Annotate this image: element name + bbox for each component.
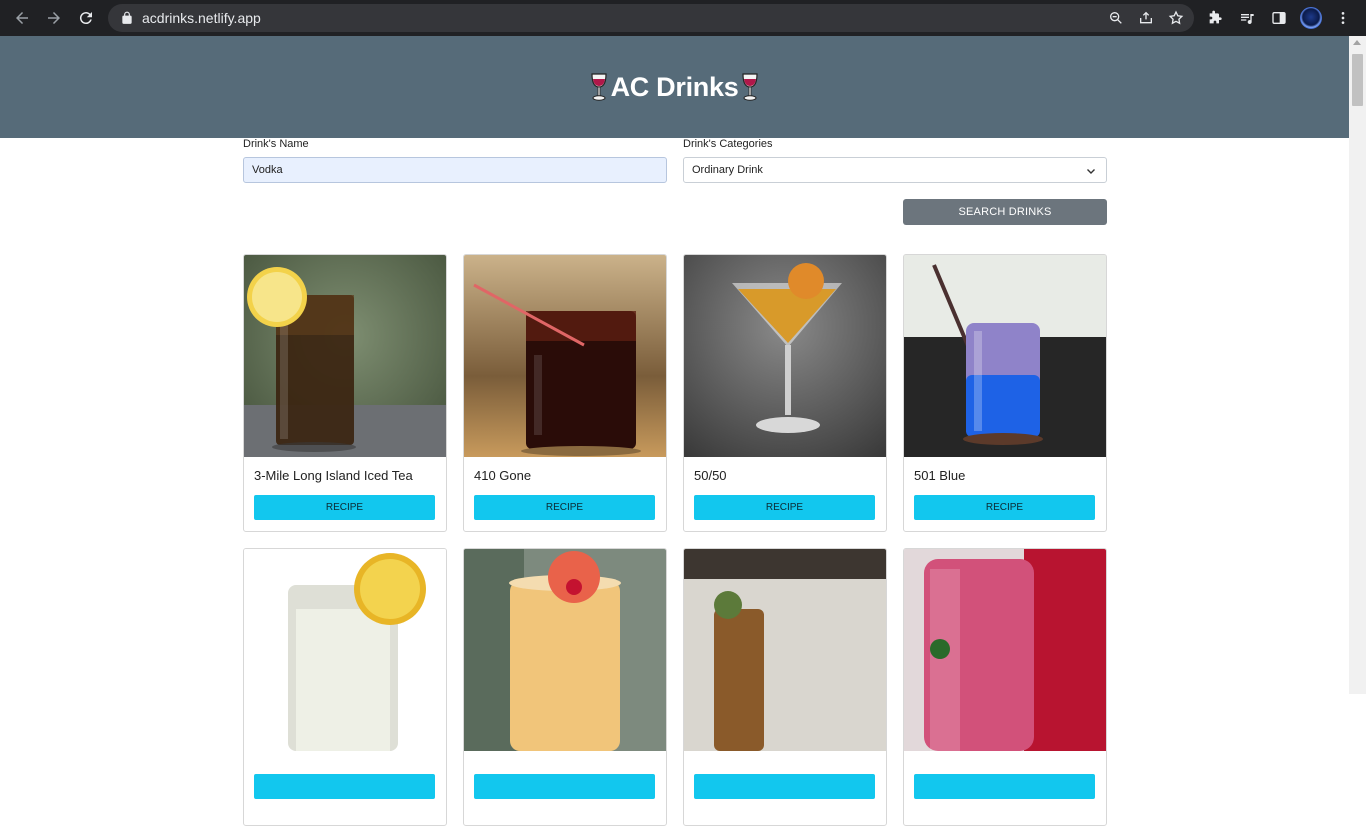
drink-image	[684, 549, 886, 751]
recipe-button[interactable]: RECIPE	[474, 495, 655, 520]
site-header: AC Drinks	[0, 36, 1349, 138]
drink-name: 3-Mile Long Island Iced Tea	[254, 468, 413, 483]
drink-card	[463, 548, 667, 826]
name-label: Drink's Name	[243, 138, 309, 150]
chevron-down-icon	[1087, 169, 1095, 174]
recipe-button[interactable]: RECIPE	[694, 495, 875, 520]
search-form: Drink's Name Vodka Drink's Categories Or…	[243, 138, 1107, 183]
wine-glass-icon	[590, 73, 607, 101]
scroll-up-icon[interactable]	[1353, 40, 1361, 45]
drink-card: 410 Gone RECIPE	[463, 254, 667, 532]
drink-image	[904, 549, 1106, 751]
wine-glass-icon	[742, 73, 759, 101]
drink-image	[684, 255, 886, 457]
url-text: acdrinks.netlify.app	[142, 10, 261, 26]
recipe-button[interactable]: RECIPE	[254, 495, 435, 520]
drink-image	[244, 255, 446, 457]
menu-button[interactable]	[1332, 7, 1354, 29]
category-select[interactable]: Ordinary Drink	[683, 157, 1107, 183]
arrow-right-icon	[48, 12, 60, 24]
reload-icon	[79, 12, 92, 25]
puzzle-icon	[1209, 10, 1222, 24]
drink-card	[683, 548, 887, 826]
category-label: Drink's Categories	[683, 138, 773, 150]
drink-card	[903, 548, 1107, 826]
recipe-button[interactable]	[914, 774, 1095, 799]
recipe-button[interactable]	[694, 774, 875, 799]
drink-card: 3-Mile Long Island Iced Tea RECIPE	[243, 254, 447, 532]
search-drinks-button[interactable]: SEARCH DRINKS	[903, 199, 1107, 225]
drink-image	[464, 255, 666, 457]
scrollbar-thumb[interactable]	[1352, 54, 1363, 106]
profile-button[interactable]	[1300, 7, 1322, 29]
reload-button[interactable]	[70, 2, 102, 34]
forward-button[interactable]	[38, 2, 70, 34]
recipe-button[interactable]	[254, 774, 435, 799]
drink-card: 50/50 RECIPE	[683, 254, 887, 532]
name-input[interactable]: Vodka	[243, 157, 667, 183]
extensions-button[interactable]	[1204, 7, 1226, 29]
page-scrollbar[interactable]	[1349, 36, 1366, 694]
more-vertical-icon	[1341, 12, 1345, 24]
title-text: AC Drinks	[610, 71, 739, 102]
side-panel-icon	[1272, 12, 1286, 24]
drink-name: 50/50	[694, 468, 727, 483]
drink-name: 501 Blue	[914, 468, 966, 483]
star-icon[interactable]	[1168, 10, 1184, 26]
drink-card	[243, 548, 447, 826]
drink-card: 501 Blue RECIPE	[903, 254, 1107, 532]
search-container: Drink's Name Vodka Drink's Categories Or…	[243, 138, 1107, 826]
drink-image	[464, 549, 666, 751]
playlist-icon	[1241, 14, 1254, 25]
drink-image	[904, 255, 1106, 457]
category-group: Drink's Categories Ordinary Drink	[683, 138, 1107, 183]
drinks-grid: 3-Mile Long Island Iced Tea RECIPE 410 G…	[243, 254, 1107, 826]
media-button[interactable]	[1236, 7, 1258, 29]
recipe-button[interactable]	[474, 774, 655, 799]
share-icon[interactable]	[1138, 10, 1154, 26]
address-bar[interactable]: acdrinks.netlify.app	[108, 4, 1194, 32]
zoom-icon[interactable]	[1108, 10, 1124, 26]
category-value: Ordinary Drink	[692, 164, 763, 176]
page-title: AC Drinks	[589, 72, 761, 103]
side-panel-button[interactable]	[1268, 7, 1290, 29]
back-button[interactable]	[6, 2, 38, 34]
arrow-left-icon	[16, 12, 28, 24]
browser-toolbar: acdrinks.netlify.app	[0, 0, 1366, 36]
lock-icon	[122, 11, 132, 24]
recipe-button[interactable]: RECIPE	[914, 495, 1095, 520]
drink-name: 410 Gone	[474, 468, 532, 483]
drink-image	[244, 549, 446, 751]
avatar	[1300, 7, 1322, 29]
name-group: Drink's Name Vodka	[243, 138, 667, 183]
